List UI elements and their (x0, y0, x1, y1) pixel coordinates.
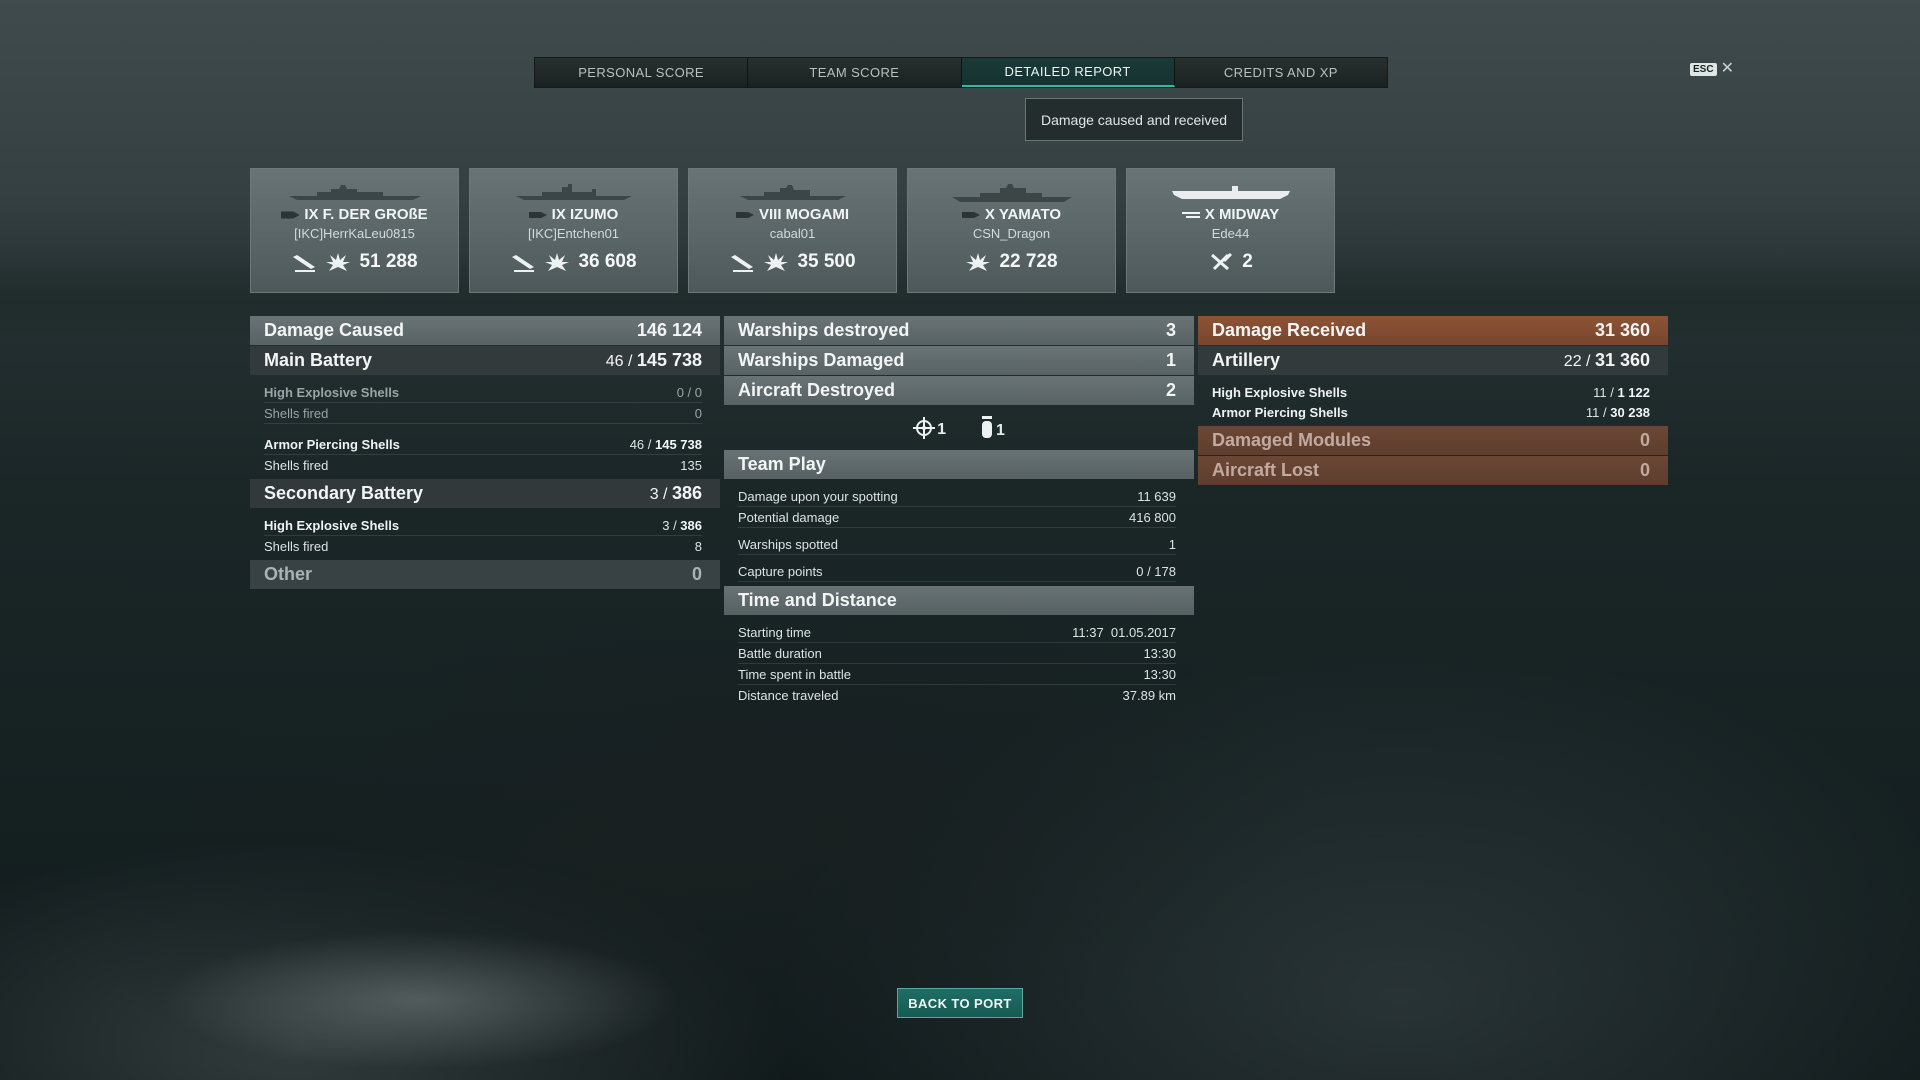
main-battery-value: 46 / 145 738 (605, 350, 702, 370)
team-play-row: Damage upon your spotting 11 639 (738, 486, 1176, 507)
team-play-header: Team Play (724, 450, 1194, 479)
ship-card[interactable]: VIII MOGAMI cabal01 35 500 (688, 168, 897, 293)
team-play-row: Capture points 0 / 178 (738, 561, 1176, 582)
damage-burst-icon (966, 253, 991, 271)
carrier-silhouette-icon (1171, 186, 1290, 199)
tab-bar: PERSONAL SCORE TEAM SCORE DETAILED REPOR… (534, 57, 1388, 88)
main-battery-header: Main Battery 46 / 145 738 (250, 346, 720, 375)
torpedo-hit-icon (293, 255, 316, 272)
sec-he-fired-row: Shells fired 8 (264, 538, 702, 554)
team-play-row: Warships spotted 1 (738, 534, 1176, 555)
damage-value: 22 728 (999, 251, 1058, 272)
received-ap-row: Armor Piercing Shells 11 / 30 238 (1212, 404, 1650, 420)
battleship-silhouette-icon (515, 184, 632, 200)
sec-he-row: High Explosive Shells 3 / 386 (264, 515, 702, 536)
damage-received-panel: Damage Received 31 360 Artillery 22 / 31… (1198, 316, 1668, 486)
damage-caused-title: Damage Caused (264, 320, 405, 340)
back-to-port-button[interactable]: BACK TO PORT (897, 988, 1023, 1018)
player-name: [IKC]HerrKaLeu0815 (294, 226, 415, 241)
ship-card[interactable]: IX IZUMO [IKC]Entchen01 36 608 (469, 168, 678, 293)
mb-he-fired-row: Shells fired 0 (264, 403, 702, 424)
aircraft-destroyed-breakdown: 1 1 (724, 406, 1194, 450)
damage-value: 35 500 (797, 251, 856, 272)
battleship-class-icon (528, 211, 547, 218)
ship-cards: IX F. DER GROßE [IKC]HerrKaLeu0815 51 28… (250, 168, 1335, 293)
plane-shot-down-icon (1211, 253, 1233, 271)
esc-close-button[interactable]: ESC ✕ (1690, 60, 1734, 77)
damage-received-header: Damage Received 31 360 (1198, 316, 1668, 345)
other-damage-header: Other 0 (250, 560, 720, 589)
ship-card[interactable]: IX F. DER GROßE [IKC]HerrKaLeu0815 51 28… (250, 168, 459, 293)
time-distance-row: Starting time 11:37 01.05.2017 (738, 622, 1176, 643)
secondary-battery-details: High Explosive Shells 3 / 386 Shells fir… (250, 509, 720, 560)
battleship-class-icon (961, 211, 980, 218)
battleship-class-icon (281, 211, 300, 219)
aircraft-lost-header: Aircraft Lost 0 (1198, 456, 1668, 485)
time-distance-row: Distance traveled 37.89 km (738, 687, 1176, 703)
damage-caused-header: Damage Caused 146 124 (250, 316, 720, 345)
damage-value: 36 608 (578, 251, 637, 272)
secondary-battery-header: Secondary Battery 3 / 386 (250, 479, 720, 508)
artillery-header: Artillery 22 / 31 360 (1198, 346, 1668, 375)
mb-ap-row: Armor Piercing Shells 46 / 145 738 (264, 434, 702, 455)
team-play-details: Damage upon your spotting 11 639 Potentia… (724, 480, 1194, 586)
mb-he-row: High Explosive Shells 0 / 0 (264, 382, 702, 403)
ship-card[interactable]: X MIDWAY Ede44 2 (1126, 168, 1335, 293)
other-damage-value: 0 (691, 564, 702, 584)
ship-name: IX F. DER GROßE (304, 206, 428, 223)
cruiser-class-icon (736, 211, 754, 218)
tab-team-score[interactable]: TEAM SCORE (748, 58, 962, 87)
bomb-icon (982, 416, 992, 438)
damage-burst-icon (545, 253, 570, 271)
battleship-silhouette-icon (288, 185, 421, 200)
wake-background (160, 930, 680, 1070)
ship-name: VIII MOGAMI (759, 206, 849, 223)
tab-credits-and-xp[interactable]: CREDITS AND XP (1174, 58, 1387, 87)
ship-name: X YAMATO (984, 206, 1062, 223)
damage-value: 51 288 (359, 251, 418, 272)
secondary-battery-value: 3 / 386 (649, 483, 702, 503)
planes-destroyed-value: 2 (1242, 251, 1253, 272)
damage-caused-panel: Damage Caused 146 124 Main Battery 46 / … (250, 316, 720, 590)
carrier-class-icon (1181, 211, 1200, 218)
ship-name: IX IZUMO (551, 206, 619, 223)
ship-name: X MIDWAY (1204, 206, 1280, 223)
player-name: CSN_Dragon (972, 226, 1051, 241)
warships-destroyed-header: Warships destroyed 3 (724, 316, 1194, 345)
secondary-battery-title: Secondary Battery (264, 483, 424, 503)
ship-card[interactable]: X YAMATO CSN_Dragon 22 728 (907, 168, 1116, 293)
other-damage-title: Other (264, 564, 313, 584)
player-name: cabal01 (769, 226, 816, 241)
battleship-silhouette-icon (951, 184, 1072, 202)
player-name: Ede44 (1211, 226, 1250, 241)
crosshair-icon (913, 417, 936, 439)
torpedo-hit-icon (512, 255, 535, 272)
report-subtitle: Damage caused and received (1025, 98, 1243, 141)
warships-damaged-header: Warships Damaged 1 (724, 346, 1194, 375)
battle-stats-panel: Warships destroyed 3 Warships Damaged 1 … (724, 316, 1194, 709)
tab-personal-score[interactable]: PERSONAL SCORE (535, 58, 749, 87)
damaged-modules-header: Damaged Modules 0 (1198, 426, 1668, 455)
time-distance-row: Battle duration 13:30 (738, 643, 1176, 664)
esc-key-label: ESC (1690, 62, 1717, 76)
player-name: [IKC]Entchen01 (527, 226, 620, 241)
tab-detailed-report[interactable]: DETAILED REPORT (961, 58, 1175, 87)
damage-burst-icon (764, 253, 789, 271)
cruiser-silhouette-icon (739, 185, 846, 200)
mb-ap-fired-row: Shells fired 135 (264, 457, 702, 473)
received-he-row: High Explosive Shells 11 / 1 122 (1212, 384, 1650, 400)
main-battery-title: Main Battery (264, 350, 373, 370)
time-distance-header: Time and Distance (724, 586, 1194, 615)
aircraft-destroyed-header: Aircraft Destroyed 2 (724, 376, 1194, 405)
torpedo-hit-icon (731, 255, 754, 272)
damage-burst-icon (326, 253, 351, 271)
time-distance-details: Starting time 11:37 01.05.2017 Battle dur… (724, 616, 1194, 709)
close-icon: ✕ (1720, 60, 1734, 77)
time-distance-row: Time spent in battle 13:30 (738, 664, 1176, 685)
damage-caused-total: 146 124 (636, 320, 702, 340)
main-battery-details: High Explosive Shells 0 / 0 Shells fired… (250, 376, 720, 479)
artillery-details: High Explosive Shells 11 / 1 122 Armor P… (1198, 376, 1668, 426)
team-play-row: Potential damage 416 800 (738, 507, 1176, 528)
